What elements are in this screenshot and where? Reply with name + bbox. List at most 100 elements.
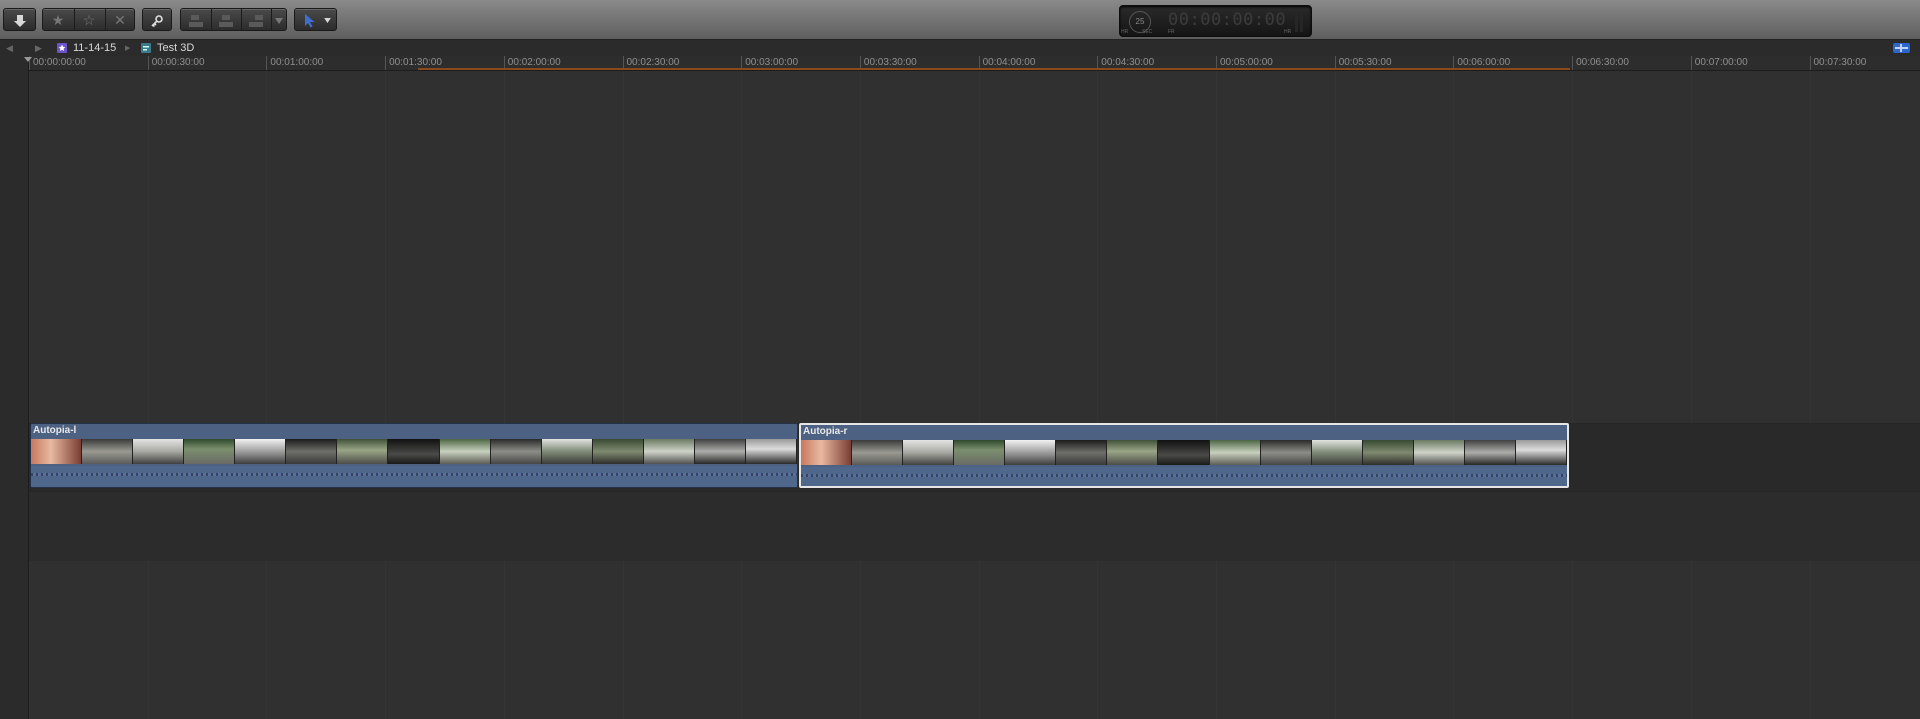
render-range-bar — [418, 68, 1570, 70]
grid-line — [1216, 71, 1217, 719]
thumbnail-frame — [1107, 440, 1159, 465]
grid-line — [741, 71, 743, 719]
project-icon — [141, 43, 151, 53]
insert-clip-icon[interactable] — [215, 13, 237, 28]
ruler-tick-label: 00:06:30:00 — [1576, 57, 1629, 68]
grid-line — [1334, 71, 1336, 719]
breadcrumb-item-project[interactable]: Test 3D — [141, 41, 194, 55]
clip-autopia-l[interactable]: Autopia-l — [30, 423, 798, 488]
thumbnail-frame — [439, 439, 491, 464]
key-icon — [146, 13, 168, 28]
favorite-star-icon[interactable]: ★ — [47, 12, 69, 28]
ruler-tick-label: 00:04:30:00 — [1101, 57, 1155, 68]
grid-line — [503, 71, 505, 719]
thumbnail-frame — [1005, 440, 1057, 465]
grid-line — [1690, 71, 1692, 719]
zoom-handle[interactable] — [1893, 43, 1910, 53]
import-button[interactable] — [3, 8, 36, 31]
audio-meter-left — [1295, 10, 1298, 32]
thumbnail-frame — [235, 439, 287, 464]
timecode-display[interactable]: 25 00:00:00:00 HR SEC FR HR — [1119, 5, 1312, 37]
chevron-down-icon[interactable] — [271, 13, 287, 28]
grid-line — [1097, 71, 1099, 719]
unrate-star-icon[interactable]: ☆ — [78, 12, 100, 28]
timeline[interactable]: Autopia-l Autopia-r — [29, 71, 1920, 719]
grid-line — [859, 71, 861, 719]
thumbnail-frame — [903, 440, 955, 465]
grid-line — [1453, 71, 1455, 719]
grid-line — [1809, 71, 1811, 719]
thumbnail-frame — [852, 440, 904, 465]
thumbnail-frame — [1464, 440, 1516, 465]
grid-line — [147, 71, 149, 719]
ruler-tick-label: 00:00:00:00 — [33, 57, 86, 68]
thumbnail-frame — [337, 439, 389, 464]
tools-button[interactable] — [294, 8, 337, 31]
reject-x-icon[interactable]: ✕ — [109, 12, 131, 28]
audio-meter-right — [1300, 10, 1303, 32]
clip-audio-waveform — [31, 466, 797, 487]
down-arrow-icon — [9, 13, 31, 28]
event-star-icon — [57, 43, 67, 53]
ruler-tick: 00:01:00:00 — [266, 56, 323, 70]
ruler-tick-label: 00:07:30:00 — [1813, 57, 1867, 68]
grid-line — [29, 71, 30, 719]
thumbnail-frame — [1515, 440, 1567, 465]
timecode-label-hr-right: HR — [1284, 29, 1292, 35]
clip-autopia-r[interactable]: Autopia-r — [799, 423, 1569, 488]
back-arrow-icon[interactable]: ◀ — [6, 43, 13, 54]
thumbnail-frame — [541, 439, 593, 464]
ruler-tick-label: 00:05:30:00 — [1338, 57, 1392, 68]
thumbnail-frame — [1260, 440, 1312, 465]
chevron-down-icon — [319, 13, 335, 28]
grid-line — [978, 71, 980, 719]
append-clip-icon[interactable] — [245, 13, 267, 28]
chevron-right-icon: ▶ — [125, 45, 131, 52]
edit-button-group — [180, 8, 287, 31]
clip-filmstrip — [801, 440, 1567, 465]
ruler-tick: 00:01:30:00 — [385, 56, 442, 70]
ruler-tick-label: 00:04:00:00 — [982, 57, 1036, 68]
timecode-label-sec: SEC — [1142, 29, 1153, 35]
thumbnail-frame — [184, 439, 236, 464]
ruler-tick: 00:00:30:00 — [147, 56, 205, 70]
timecode-label-hr: HR — [1121, 29, 1129, 35]
thumbnail-frame — [286, 439, 338, 464]
thumbnail-frame — [1413, 440, 1465, 465]
thumbnail-frame — [1056, 440, 1108, 465]
grid-line — [622, 71, 624, 719]
ruler-tick-label: 00:01:30:00 — [389, 57, 442, 68]
clip-audio-waveform — [801, 467, 1567, 486]
keyword-button[interactable] — [142, 8, 172, 31]
playhead-marker[interactable] — [24, 57, 32, 62]
breadcrumb-label-project: Test 3D — [157, 42, 195, 54]
select-arrow-icon — [299, 13, 321, 28]
thumbnail-frame — [643, 439, 695, 464]
clip-name: Autopia-l — [33, 425, 77, 436]
grid-line — [1572, 71, 1574, 719]
thumbnail-frame — [1209, 440, 1261, 465]
ruler-tick-label: 00:07:00:00 — [1694, 57, 1748, 68]
forward-arrow-icon[interactable]: ▶ — [35, 43, 42, 54]
connect-clip-icon[interactable] — [185, 13, 207, 28]
ruler-tick-label: 00:02:30:00 — [626, 57, 680, 68]
thumbnail-frame — [490, 439, 542, 464]
breadcrumb: ◀ ▶ 11-14-15 ▶ Test 3D — [0, 40, 1920, 56]
clip-filmstrip — [31, 439, 797, 464]
breadcrumb-label-event: 11-14-15 — [73, 42, 117, 54]
rating-button-group: ★ ☆ ✕ — [42, 8, 135, 31]
ruler-tick: 00:07:00:00 — [1690, 56, 1748, 70]
ruler-tick-label: 00:00:30:00 — [151, 57, 205, 68]
track-gutter — [0, 56, 29, 719]
thumbnail-frame — [1362, 440, 1414, 465]
thumbnail-frame — [954, 440, 1006, 465]
ruler-tick-label: 00:05:00:00 — [1220, 57, 1273, 68]
thumbnail-frame — [82, 439, 134, 464]
thumbnail-frame — [388, 439, 440, 464]
ruler-tick: 00:07:30:00 — [1809, 56, 1866, 70]
breadcrumb-item-event[interactable]: 11-14-15 — [57, 41, 116, 55]
thumbnail-frame — [745, 439, 797, 464]
ruler-tick-label: 00:03:30:00 — [863, 57, 917, 68]
thumbnail-frame — [592, 439, 644, 464]
ruler-tick-label: 00:01:00:00 — [270, 57, 324, 68]
